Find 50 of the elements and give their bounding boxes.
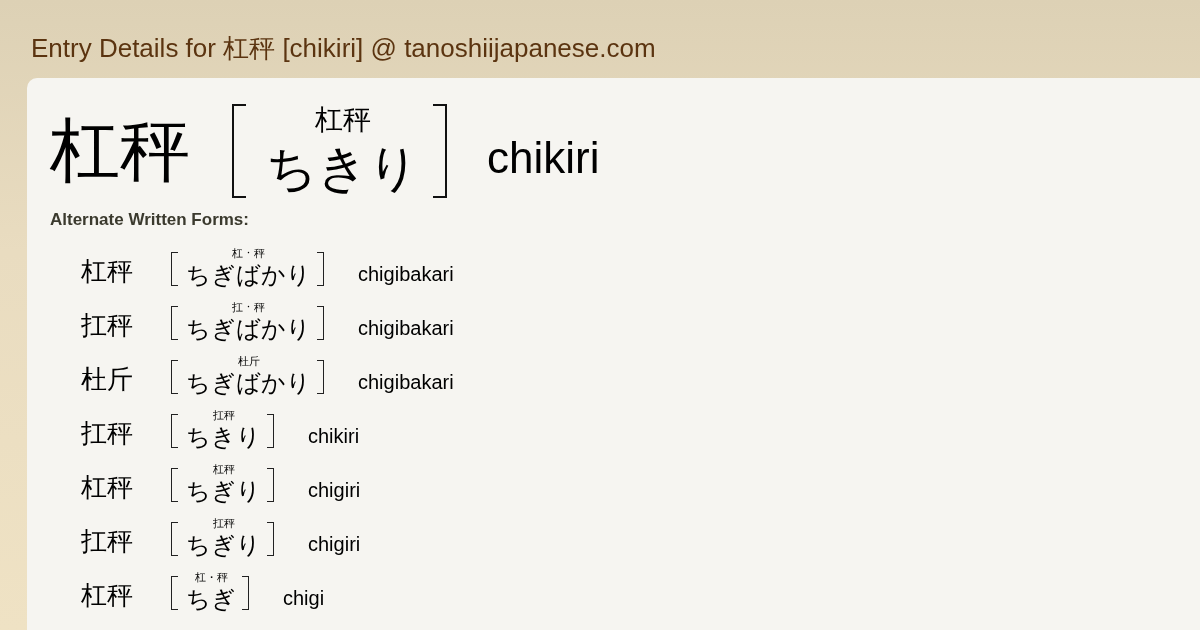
alternate-reading: ちぎばかり bbox=[186, 314, 311, 344]
bracket-icon bbox=[171, 306, 178, 340]
bracket-icon bbox=[171, 252, 178, 286]
bracket-icon bbox=[171, 414, 178, 448]
ruby-text: 扛秤 bbox=[212, 517, 235, 530]
bracket-icon bbox=[171, 360, 178, 394]
alternate-reading: ちぎばかり bbox=[186, 260, 311, 290]
entry-word: 杠秤 bbox=[50, 110, 190, 190]
bracket-icon bbox=[171, 468, 178, 502]
entry-reading: ちきり bbox=[266, 138, 419, 199]
alternate-word: 扛秤 bbox=[81, 309, 134, 342]
alternate-word: 扛秤 bbox=[81, 525, 134, 558]
alternate-reading: ちぎ bbox=[186, 584, 236, 614]
alternate-romaji: chikiri bbox=[308, 424, 360, 449]
alternate-reading: ちぎり bbox=[186, 530, 261, 560]
ruby-text: 扛秤 bbox=[212, 409, 235, 422]
bracket-icon bbox=[267, 522, 274, 556]
alternate-word: 杜斤 bbox=[81, 363, 134, 396]
alternate-romaji: chigiri bbox=[308, 478, 361, 503]
alternate-word: 杠秤 bbox=[81, 579, 134, 612]
bracket-icon bbox=[317, 306, 324, 340]
ruby-text: 扛 · 秤 bbox=[232, 301, 265, 314]
bracket-icon bbox=[267, 468, 274, 502]
alternate-reading: ちきり bbox=[186, 422, 261, 452]
alternate-romaji: chigibakari bbox=[358, 262, 454, 287]
alternate-reading: ちぎばかり bbox=[186, 368, 311, 398]
section-heading: Alternate Written Forms: bbox=[50, 210, 250, 231]
bracket-icon bbox=[232, 104, 246, 198]
ruby-text: 杜斤 bbox=[237, 355, 260, 368]
bracket-icon bbox=[433, 104, 447, 198]
entry-romaji: chikiri bbox=[487, 132, 600, 184]
alternate-romaji: chigibakari bbox=[358, 316, 454, 341]
page-title: Entry Details for 杠秤 [chikiri] @ tanoshiijapanese.com bbox=[30, 32, 657, 65]
alternate-romaji: chigiri bbox=[308, 532, 361, 557]
alternate-reading: ちぎり bbox=[186, 476, 261, 506]
ruby-text: 杠秤 bbox=[314, 104, 371, 136]
bracket-icon bbox=[171, 522, 178, 556]
bracket-icon bbox=[171, 576, 178, 610]
ruby-text: 杠秤 bbox=[212, 463, 235, 476]
alternate-word: 杠秤 bbox=[81, 255, 134, 288]
bracket-icon bbox=[267, 414, 274, 448]
bracket-icon bbox=[317, 360, 324, 394]
alternate-word: 杠秤 bbox=[81, 471, 134, 504]
ruby-text: 杠 · 秤 bbox=[232, 247, 265, 260]
bracket-icon bbox=[242, 576, 249, 610]
alternate-romaji: chigibakari bbox=[358, 370, 454, 395]
alternate-word: 扛秤 bbox=[81, 417, 134, 450]
ruby-text: 杠・秤 bbox=[194, 571, 228, 584]
alternate-romaji: chigi bbox=[283, 586, 325, 611]
bracket-icon bbox=[317, 252, 324, 286]
